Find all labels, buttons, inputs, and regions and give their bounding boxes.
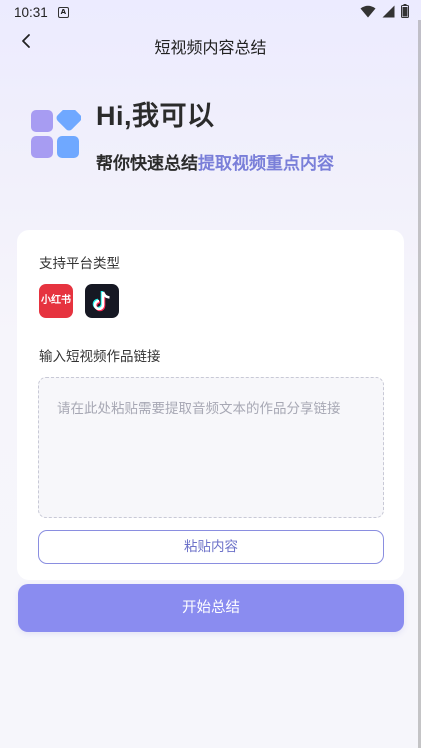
- xiaohongshu-icon[interactable]: 小红书: [39, 284, 73, 318]
- hero-subtitle: 帮你快速总结提取视频重点内容: [96, 149, 334, 174]
- platforms-label: 支持平台类型: [39, 256, 120, 272]
- wifi-icon: [360, 5, 376, 17]
- link-label: 输入短视频作品链接: [39, 349, 161, 365]
- start-summary-button[interactable]: 开始总结: [18, 584, 404, 632]
- link-input[interactable]: [38, 377, 384, 518]
- paste-button[interactable]: 粘贴内容: [38, 530, 384, 564]
- status-icons: [360, 4, 409, 18]
- douyin-icon[interactable]: [85, 284, 119, 318]
- battery-icon: [401, 4, 409, 18]
- status-time: 10:31: [14, 4, 48, 20]
- app-grid-icon: [31, 110, 81, 158]
- page-title: 短视频内容总结: [154, 38, 267, 57]
- hero-title: Hi,我可以: [96, 101, 215, 131]
- douyin-logo-glyph: [92, 291, 110, 312]
- hero-subtitle-prefix: 帮你快速总结: [96, 154, 198, 174]
- input-card: 支持平台类型 小红书 输入短视频作品链接 粘贴内容: [17, 230, 404, 580]
- status-bar: 10:31 A: [0, 0, 421, 24]
- signal-icon: [382, 5, 395, 17]
- notification-icon: A: [57, 6, 69, 18]
- hero-subtitle-accent: 提取视频重点内容: [198, 154, 334, 174]
